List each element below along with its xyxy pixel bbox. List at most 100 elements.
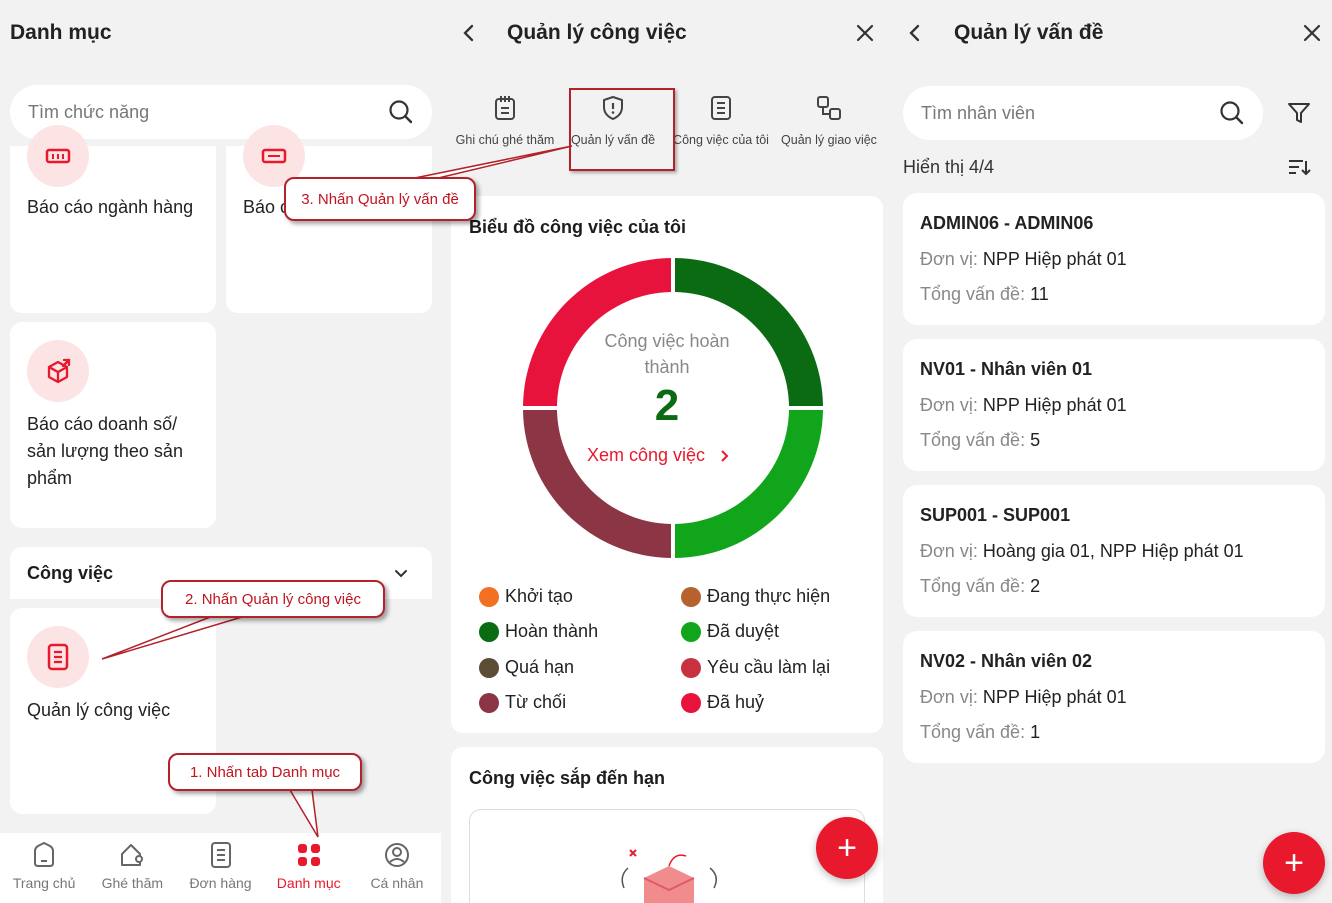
employee-name: SUP001 - SUP001 (920, 505, 1071, 525)
empty-state-box (469, 809, 865, 903)
tool-label: Công việc của tôi (673, 133, 769, 147)
total-value: 11 (1030, 284, 1049, 304)
document-icon (711, 96, 731, 120)
legend-dot (479, 657, 499, 678)
employee-unit: Đơn vị: NPP Hiệp phát 01 (920, 249, 1127, 270)
unit-value: Hoàng gia 01, NPP Hiệp phát 01 (982, 541, 1244, 561)
nav-label: Ghé thăm (101, 875, 164, 891)
employee-name: NV02 - Nhân viên 02 (920, 651, 1093, 671)
tool-my-work[interactable]: Công việc của tôi (669, 95, 773, 149)
legend-label: Từ chối (505, 692, 567, 712)
assign-icon (817, 96, 841, 120)
nav-home[interactable]: Trang chủ (0, 833, 88, 903)
employee-card[interactable]: NV02 - Nhân viên 02 Đơn vị: NPP Hiệp phá… (903, 631, 1325, 763)
legend-dot (479, 586, 499, 607)
nav-label: Cá nhân (370, 875, 424, 891)
issue-management-panel: Quản lý vấn đề Tìm nhân viên Hiển thị 4/… (895, 0, 1332, 903)
legend-dot (479, 621, 499, 642)
total-value: 2 (1030, 576, 1041, 596)
work-management-panel: Quản lý công việc Ghi chú ghé thăm Quản … (441, 0, 895, 903)
nav-catalog[interactable]: Danh mục (265, 833, 353, 903)
tool-label: Quản lý giao việc (781, 133, 877, 147)
employee-card[interactable]: NV01 - Nhân viên 01 Đơn vị: NPP Hiệp phá… (903, 339, 1325, 471)
legend-item: Đang thực hiện (681, 586, 830, 607)
total-label: Tổng vấn đề: (920, 430, 1026, 450)
legend-label: Đang thực hiện (707, 586, 831, 606)
tool-label: Ghi chú ghé thăm (455, 133, 555, 147)
card-sales-report[interactable]: Báo cáo doanh số/ sản lượng theo sản phẩ… (10, 322, 216, 528)
sort-icon[interactable] (1287, 157, 1311, 177)
employee-unit: Đơn vị: NPP Hiệp phát 01 (920, 395, 1127, 416)
nav-profile[interactable]: Cá nhân (353, 833, 441, 903)
unit-value: NPP Hiệp phát 01 (982, 687, 1127, 707)
employee-card[interactable]: ADMIN06 - ADMIN06 Đơn vị: NPP Hiệp phát … (903, 193, 1325, 325)
add-button[interactable]: + (816, 817, 878, 879)
legend-label: Khởi tạo (505, 586, 573, 606)
legend-label: Đã huỷ (707, 692, 765, 712)
section-title: Công việc (27, 563, 114, 583)
unit-label: Đơn vị: (920, 541, 978, 561)
nav-orders[interactable]: Đơn hàng (176, 833, 264, 903)
nav-label: Đơn hàng (189, 875, 252, 891)
nav-label: Trang chủ (12, 875, 76, 891)
callout-step-1: 1. Nhấn tab Danh mục (168, 753, 362, 791)
tool-assign-work[interactable]: Quản lý giao việc (777, 95, 881, 149)
visit-icon (121, 844, 144, 866)
legend-dot (681, 621, 701, 642)
employee-name: ADMIN06 - ADMIN06 (920, 213, 1094, 233)
legend-dot (681, 692, 701, 713)
unit-value: NPP Hiệp phát 01 (982, 395, 1127, 415)
employee-total: Tổng vấn đề: 2 (920, 576, 1040, 597)
unit-label: Đơn vị: (920, 249, 978, 269)
report-icon (27, 125, 89, 187)
chart-card: Biểu đồ công việc của tôi Công việc hoàn… (451, 196, 883, 733)
employee-search-input[interactable]: Tìm nhân viên (903, 86, 1263, 140)
unit-label: Đơn vị: (920, 687, 978, 707)
close-icon[interactable] (1302, 23, 1322, 43)
nav-visit[interactable]: Ghé thăm (88, 833, 176, 903)
tool-visit-notes[interactable]: Ghi chú ghé thăm (453, 95, 557, 149)
search-placeholder: Tìm chức năng (28, 101, 150, 122)
search-icon (1220, 101, 1244, 125)
empty-box-illustration (621, 849, 717, 903)
unit-value: NPP Hiệp phát 01 (982, 249, 1127, 269)
card-category-report[interactable]: Báo cáo ngành hàng (10, 125, 216, 313)
add-button[interactable]: + (1263, 832, 1325, 894)
legend-item: Khởi tạo (479, 586, 573, 607)
result-count: Hiển thị 4/4 (903, 157, 995, 177)
callout-step-2: 2. Nhấn Quản lý công việc (161, 580, 385, 618)
filter-icon[interactable] (1287, 101, 1311, 125)
legend-item: Quá hạn (479, 657, 574, 678)
donut-segment-approved (675, 410, 823, 558)
legend-label: Quá hạn (505, 657, 575, 677)
plus-icon: + (837, 828, 857, 867)
total-value: 5 (1030, 430, 1041, 450)
view-work-link[interactable]: Xem công việc (587, 445, 729, 466)
total-label: Tổng vấn đề: (920, 576, 1026, 596)
employee-unit: Đơn vị: Hoàng gia 01, NPP Hiệp phát 01 (920, 541, 1244, 562)
highlight-box (569, 88, 675, 171)
back-icon[interactable] (907, 23, 923, 43)
box-icon (27, 340, 89, 402)
user-icon (384, 843, 409, 867)
employee-total: Tổng vấn đề: 1 (920, 722, 1040, 743)
search-icon (389, 100, 413, 124)
card-report-2[interactable]: Báo c (226, 125, 432, 313)
page-title: Quản lý công việc (507, 21, 687, 44)
card-label: Báo cáo ngành hàng (27, 197, 194, 217)
legend-label: Hoàn thành (505, 621, 599, 641)
unit-label: Đơn vị: (920, 395, 978, 415)
donut-segment-rejected (523, 410, 671, 558)
legend-item: Đã duyệt (681, 621, 779, 642)
employee-name: NV01 - Nhân viên 01 (920, 359, 1093, 379)
employee-total: Tổng vấn đề: 5 (920, 430, 1040, 451)
employee-card[interactable]: SUP001 - SUP001 Đơn vị: Hoàng gia 01, NP… (903, 485, 1325, 617)
back-icon[interactable] (461, 23, 477, 43)
upcoming-title: Công việc sắp đến hạn (469, 768, 666, 788)
total-value: 1 (1030, 722, 1041, 742)
legend-item: Đã huỷ (681, 692, 764, 713)
card-label: Quản lý công việc (27, 700, 171, 720)
close-icon[interactable] (855, 23, 875, 43)
grid-icon (297, 844, 320, 866)
view-work-label: Xem công việc (587, 445, 706, 465)
